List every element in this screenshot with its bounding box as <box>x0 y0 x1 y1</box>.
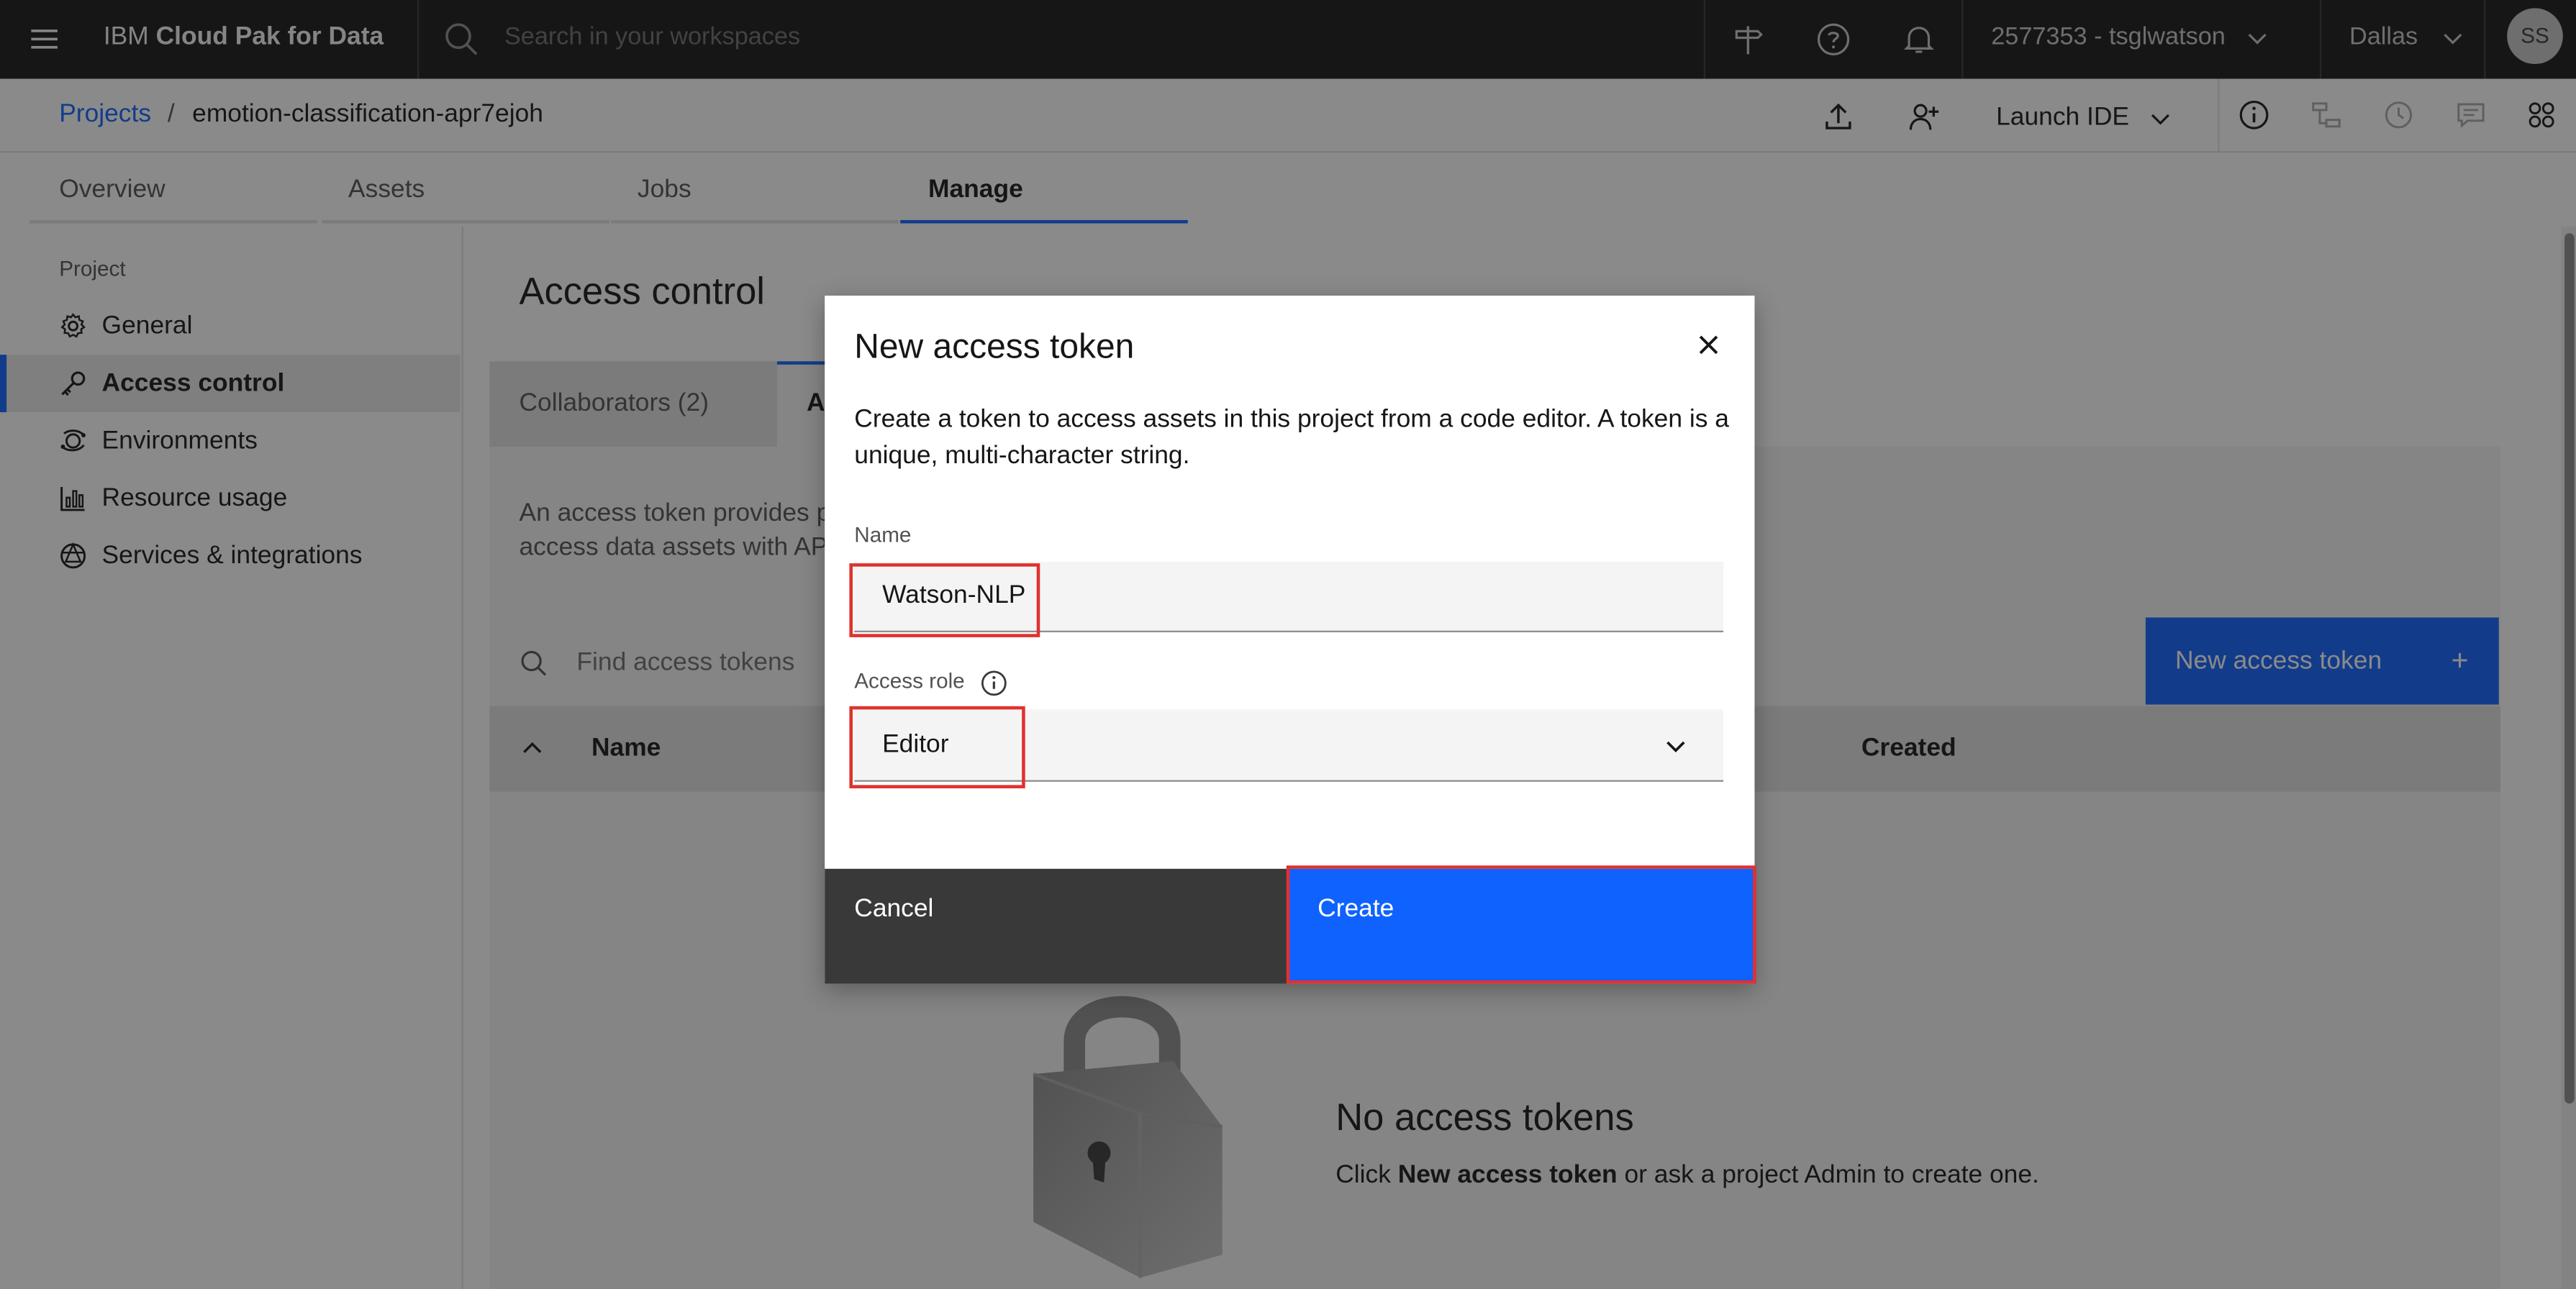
close-icon[interactable] <box>1679 315 1738 374</box>
highlight-box <box>849 563 1040 637</box>
highlight-box <box>849 706 1025 788</box>
access-role-label: Access role <box>854 668 1007 696</box>
highlight-box <box>1286 865 1756 984</box>
modal-title: New access token <box>854 328 1135 367</box>
name-label: Name <box>854 522 912 547</box>
info-icon[interactable] <box>981 670 1007 696</box>
cancel-button[interactable]: Cancel <box>825 868 1289 984</box>
cancel-label: Cancel <box>854 895 934 924</box>
modal-description: Create a token to access assets in this … <box>854 405 1729 470</box>
new-access-token-modal: New access token Create a token to acces… <box>825 295 1756 984</box>
chevron-down-icon <box>1663 732 1690 759</box>
access-role-label-text: Access role <box>854 668 965 693</box>
